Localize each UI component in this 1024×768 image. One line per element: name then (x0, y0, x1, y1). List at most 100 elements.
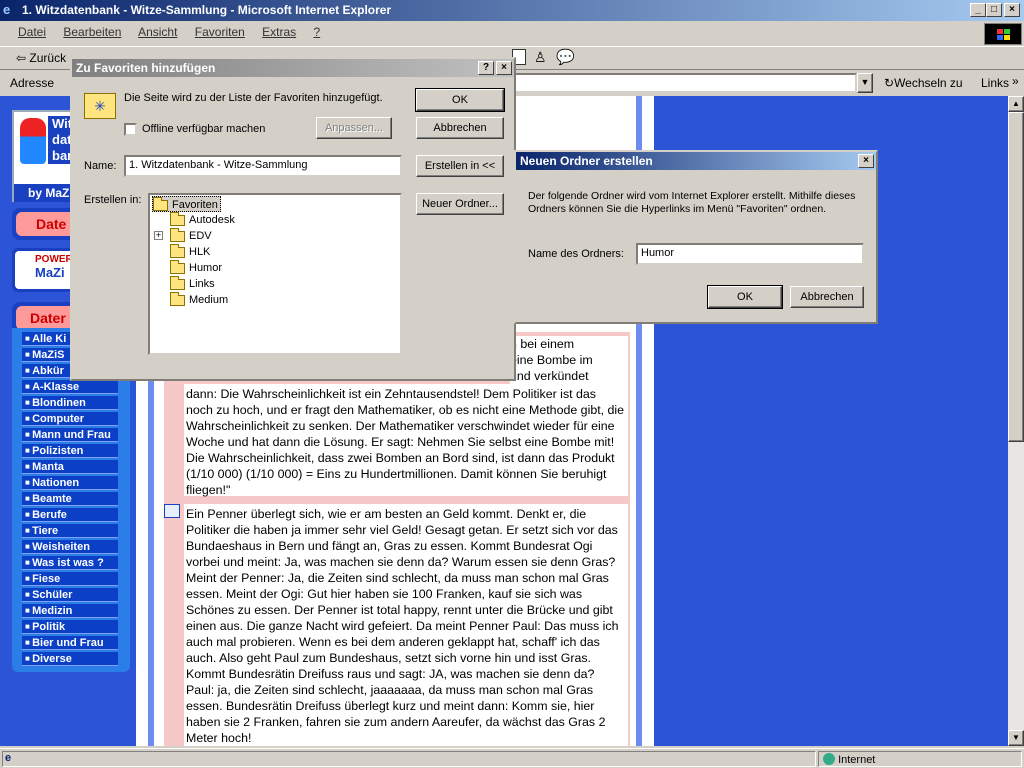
new-folder-title: Neuen Ordner erstellen (520, 154, 653, 168)
folder-icon (170, 243, 185, 258)
folder-icon (170, 227, 185, 242)
joke-2-text: Ein Penner überlegt sich, wie er am best… (184, 504, 628, 746)
status-zone-label: Internet (838, 754, 876, 766)
new-folder-message: Der folgende Ordner wird vom Internet Ex… (528, 190, 856, 215)
sidebar-nav-item[interactable]: Schüler (22, 588, 118, 602)
discuss-icon[interactable]: 💬 (556, 48, 575, 66)
window-title: 1. Witzdatenbank - Witze-Sammlung - Micr… (22, 3, 392, 17)
ie-icon: e (3, 2, 11, 17)
customize-button[interactable]: Anpassen... (316, 117, 392, 139)
dialog-help-button[interactable]: ? (478, 61, 494, 75)
tree-item-medium[interactable]: Medium (170, 291, 229, 308)
go-label: Wechseln zu (894, 76, 963, 90)
add-favorite-dialog: Zu Favoriten hinzufügen ? × ✳ Die Seite … (70, 57, 516, 381)
links-label[interactable]: Links (981, 76, 1009, 90)
name-input-value: 1. Witzdatenbank - Witze-Sammlung (129, 159, 308, 171)
tree-item-edv[interactable]: EDV (170, 227, 212, 244)
create-in-button[interactable]: Erstellen in << (416, 155, 504, 177)
new-folder-ok-button[interactable]: OK (707, 285, 783, 309)
name-input[interactable]: 1. Witzdatenbank - Witze-Sammlung (124, 155, 402, 177)
links-chevron-icon[interactable]: » (1012, 74, 1019, 88)
tree-item-links[interactable]: Links (170, 275, 215, 292)
dialog-close-button[interactable]: × (496, 61, 512, 75)
sidebar-nav-item[interactable]: Medizin (22, 604, 118, 618)
menu-datei[interactable]: Datei (18, 25, 46, 39)
offline-checkbox[interactable] (124, 123, 137, 136)
folder-name-value: Humor (641, 247, 675, 259)
maximize-button[interactable]: □ (986, 3, 1002, 17)
menu-favoriten[interactable]: Favoriten (195, 25, 245, 39)
address-input[interactable] (513, 73, 857, 93)
scroll-thumb[interactable] (1008, 112, 1024, 442)
tree-item-favoriten[interactable]: Favoriten (152, 196, 221, 212)
folder-icon (170, 275, 185, 290)
address-label: Adresse (10, 76, 55, 90)
joke-1-text: dann: Die Wahrscheinlichkeit ist ein Zeh… (184, 384, 628, 497)
tree-expand-icon[interactable]: + (154, 231, 163, 240)
menu-ansicht[interactable]: Ansicht (138, 25, 177, 39)
tree-label: Favoriten (172, 199, 218, 211)
sidebar-nav-item[interactable]: Fiese (22, 572, 118, 586)
sidebar-nav-item[interactable]: Nationen (22, 476, 118, 490)
status-page-icon: e (2, 751, 816, 767)
folder-name-label: Name des Ordners: (528, 248, 624, 260)
address-dropdown-button[interactable]: ▼ (857, 73, 873, 93)
scroll-down-button[interactable]: ▼ (1008, 730, 1024, 746)
tree-item-autodesk[interactable]: Autodesk (170, 211, 235, 228)
folder-tree[interactable]: Favoriten + Autodesk EDV HLK Humor Links… (148, 193, 402, 355)
status-bar: e Internet (0, 748, 1024, 768)
cancel-button[interactable]: Abbrechen (416, 117, 504, 139)
sidebar-nav-item[interactable]: Weisheiten (22, 540, 118, 554)
sidebar-nav-item[interactable]: Mann und Frau (22, 428, 118, 442)
sidebar-nav-item[interactable]: Beamte (22, 492, 118, 506)
new-folder-titlebar: Neuen Ordner erstellen (516, 152, 876, 170)
minimize-button[interactable]: _ (970, 3, 986, 17)
vertical-scrollbar[interactable]: ▲ ▼ (1008, 96, 1024, 746)
tree-label: Humor (189, 262, 223, 274)
back-button[interactable]: ⇦ Zurück (16, 51, 66, 65)
ok-button[interactable]: OK (415, 88, 505, 112)
sidebar-nav-item[interactable]: Was ist was ? (22, 556, 118, 570)
windows-logo-icon (984, 23, 1022, 45)
menu-bar: Datei Bearbeiten Ansicht Favoriten Extra… (0, 21, 1024, 45)
sidebar-nav-item[interactable]: Computer (22, 412, 118, 426)
name-label: Name: (84, 160, 117, 172)
dialog-message: Die Seite wird zu der Liste der Favorite… (124, 92, 383, 104)
folder-name-input[interactable]: Humor (636, 243, 864, 265)
tree-label: EDV (189, 230, 212, 242)
create-in-label: Erstellen in: (84, 194, 142, 206)
tree-label: Autodesk (189, 214, 235, 226)
sidebar-nav-item[interactable]: Politik (22, 620, 118, 634)
tree-item-humor[interactable]: Humor (170, 259, 223, 276)
go-button[interactable]: ↻Wechseln zu (884, 76, 963, 90)
new-folder-button[interactable]: Neuer Ordner... (416, 193, 504, 215)
sidebar-nav-item[interactable]: Berufe (22, 508, 118, 522)
new-folder-close-button[interactable]: × (858, 154, 874, 168)
sidebar-nav-item[interactable]: Blondinen (22, 396, 118, 410)
folder-icon (170, 259, 185, 274)
email-joke-icon[interactable] (164, 504, 180, 518)
menu-extras[interactable]: Extras (262, 25, 296, 39)
sidebar-nav-item[interactable]: Diverse (22, 652, 118, 666)
folder-icon (170, 211, 185, 226)
messenger-icon[interactable]: ♙ (534, 49, 547, 66)
offline-label: Offline verfügbar machen (142, 123, 266, 135)
menu-help[interactable]: ? (314, 25, 321, 39)
sidebar-nav-item[interactable]: Tiere (22, 524, 118, 538)
sidebar-nav-item[interactable]: Polizisten (22, 444, 118, 458)
sidebar-nav-item[interactable]: Bier und Frau (22, 636, 118, 650)
tree-label: Links (189, 278, 215, 290)
tree-label: HLK (189, 246, 211, 258)
tree-label: Medium (189, 294, 229, 306)
new-folder-cancel-button[interactable]: Abbrechen (790, 286, 864, 308)
joke-1-partial: h bei einem eine Bombe im und verkündet (510, 336, 628, 384)
new-folder-dialog: Neuen Ordner erstellen × Der folgende Or… (514, 150, 878, 324)
sidebar-nav-item[interactable]: A-Klasse (22, 380, 118, 394)
add-favorite-titlebar: Zu Favoriten hinzufügen (72, 59, 514, 77)
sidebar-nav-item[interactable]: Manta (22, 460, 118, 474)
close-button[interactable]: × (1004, 3, 1020, 17)
folder-icon (170, 291, 185, 306)
tree-item-hlk[interactable]: HLK (170, 243, 211, 260)
menu-bearbeiten[interactable]: Bearbeiten (63, 25, 121, 39)
scroll-up-button[interactable]: ▲ (1008, 96, 1024, 112)
